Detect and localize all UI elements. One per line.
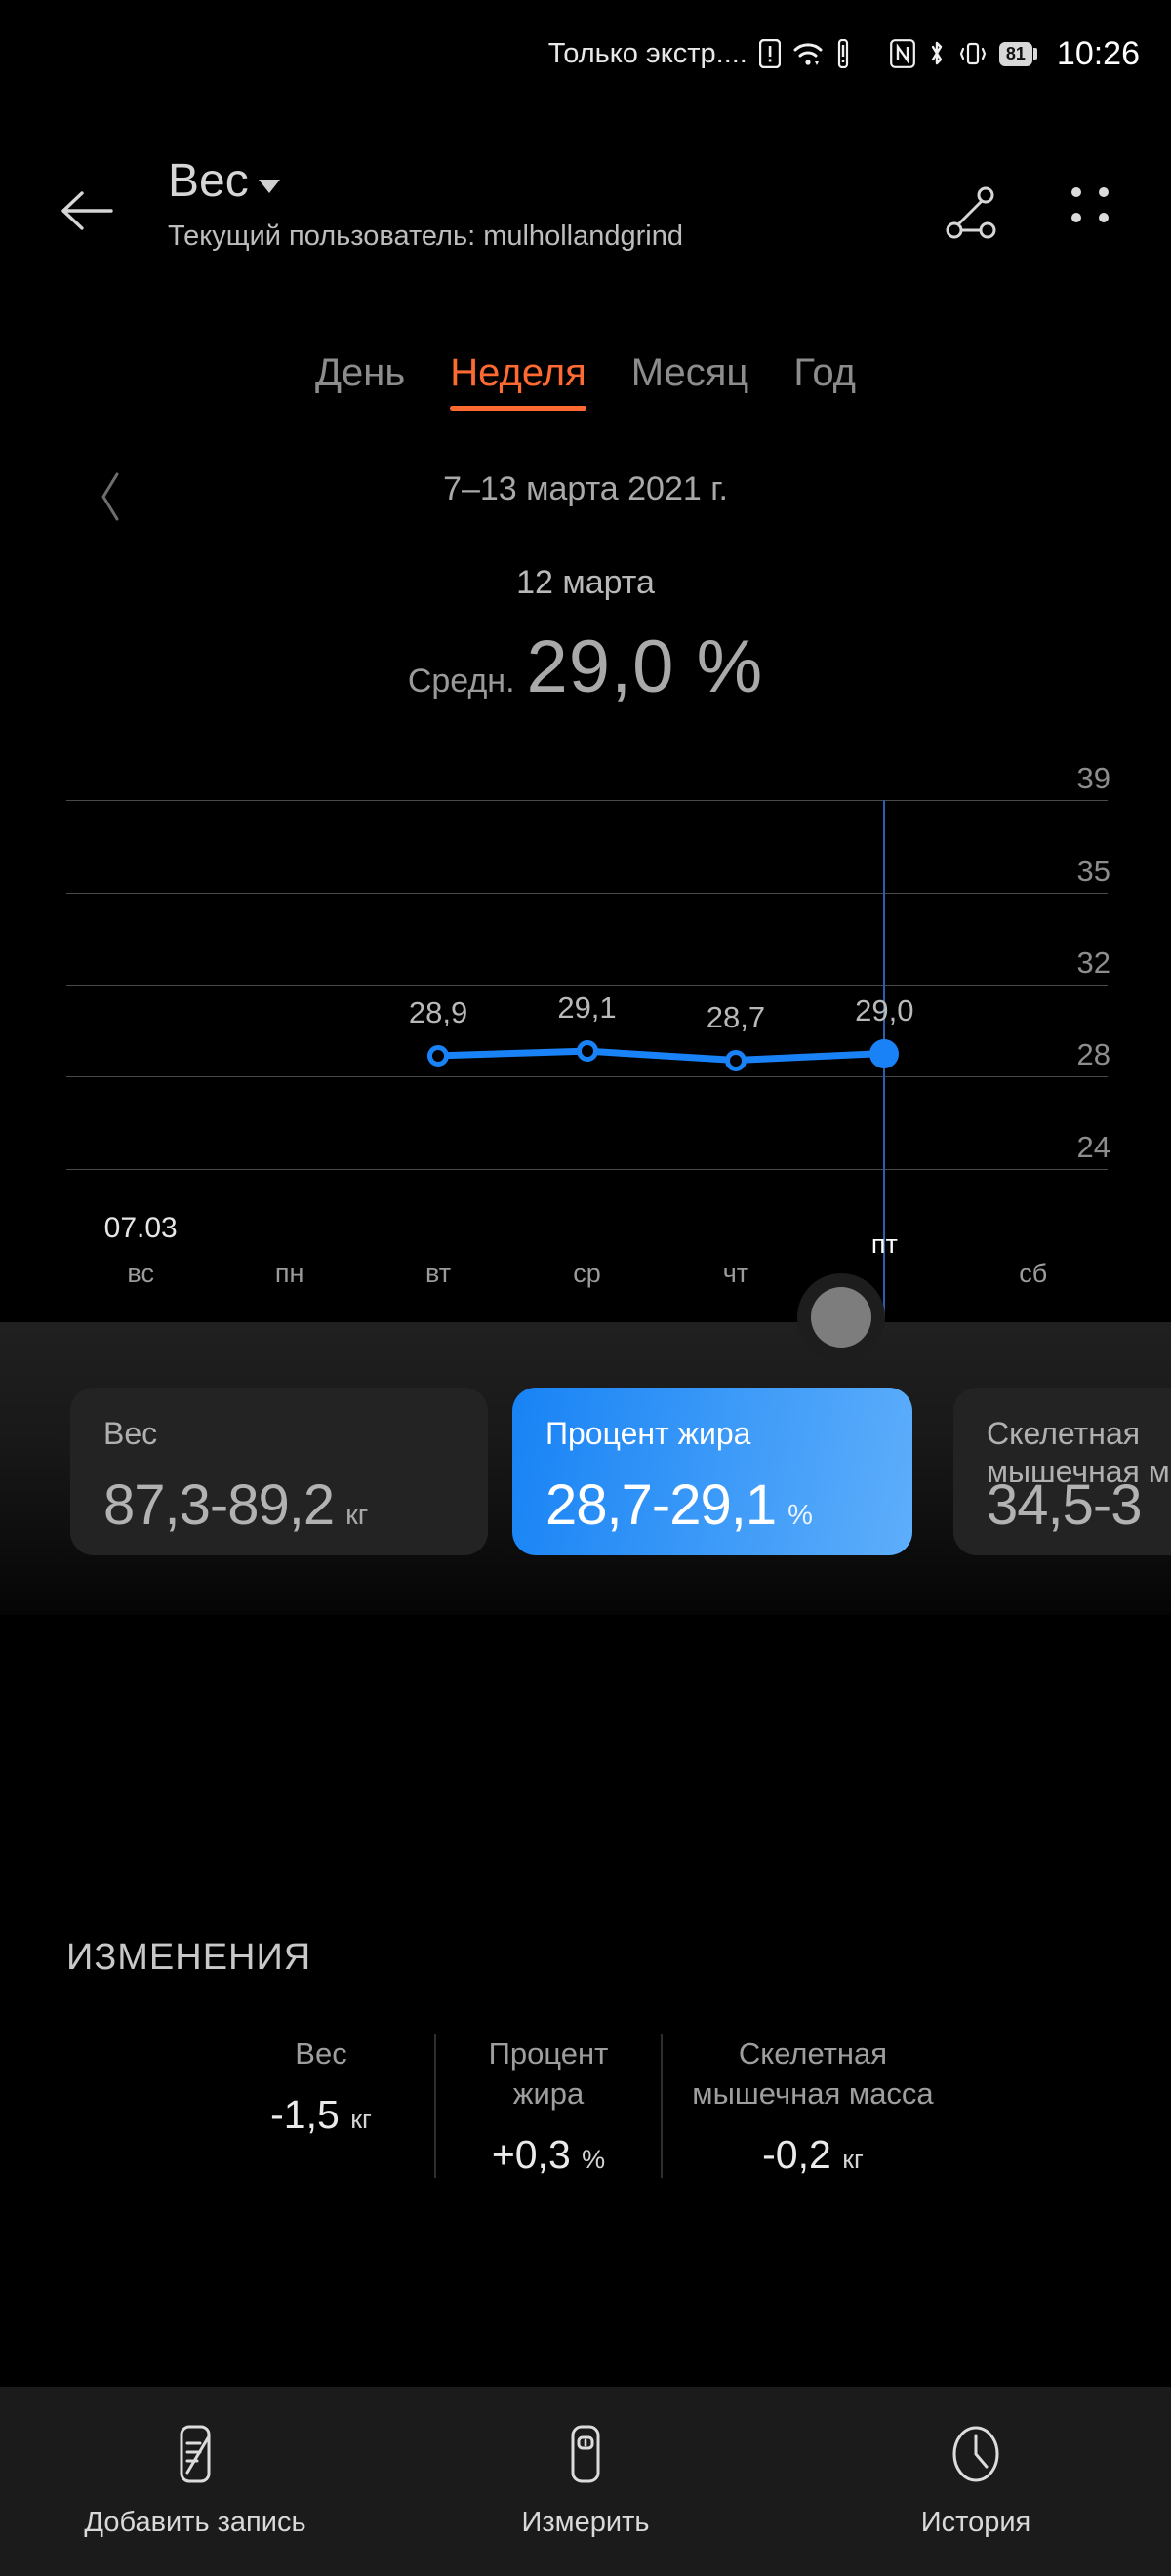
battery-indicator: 81 — [998, 41, 1037, 66]
battery-nub — [1032, 48, 1037, 60]
chart-x-tick-label[interactable]: пт — [871, 1229, 898, 1260]
history-clock-icon — [949, 2424, 1003, 2489]
chart-x-tick-label[interactable]: вс — [127, 1259, 154, 1289]
chart-scrub-handle[interactable] — [811, 1287, 871, 1348]
chart-data-point[interactable] — [576, 1040, 598, 1063]
share-icon[interactable] — [945, 185, 999, 247]
changes-row: Вес -1,5 кг Процент жира +0,3 % Скелетна… — [0, 2034, 1171, 2178]
current-user-label: Текущий пользователь: mulhollandgrind — [168, 221, 683, 252]
signal-alert-icon — [835, 39, 851, 68]
chart-series-path — [434, 1047, 888, 1065]
bottom-action-label: История — [920, 2507, 1031, 2538]
period-tabs: День Неделя Месяц Год — [0, 351, 1171, 411]
status-bar: Только экстр.... 81 10:26 — [0, 0, 1171, 107]
metric-selector[interactable]: Вес — [168, 158, 280, 205]
metric-card-value: 87,3-89,2 кг — [103, 1472, 368, 1538]
wifi-icon — [792, 39, 824, 68]
chart-point-label: 28,7 — [706, 999, 766, 1034]
change-number: -1,5 — [270, 2091, 340, 2137]
bottom-action-measure[interactable]: Измерить — [390, 2424, 781, 2539]
change-unit: кг — [350, 2104, 372, 2134]
chart-x-tick-label[interactable]: сб — [1019, 1259, 1047, 1289]
change-unit: кг — [842, 2144, 864, 2174]
metric-card-value: 34,5-3 — [987, 1472, 1152, 1538]
change-label: Процент жира — [488, 2036, 609, 2111]
scale-icon — [560, 2424, 611, 2489]
battery-percent-label: 81 — [998, 41, 1032, 66]
page-title: Вес — [168, 155, 249, 207]
average-label: Средн. — [407, 663, 515, 700]
chart-data-point[interactable] — [427, 1044, 450, 1067]
tab-month[interactable]: Месяц — [631, 351, 749, 411]
average-value: 29,0 % — [526, 625, 764, 708]
tab-week[interactable]: Неделя — [450, 351, 586, 411]
metric-card-value: 28,7-29,1% — [545, 1472, 813, 1538]
change-unit: % — [582, 2144, 606, 2174]
app-bar: Вес Текущий пользователь: mulhollandgrin… — [0, 146, 1171, 293]
changes-section-title: ИЗМЕНЕНИЯ — [66, 1937, 312, 1978]
chart-x-tick-label[interactable]: чт — [723, 1259, 748, 1289]
more-options-icon[interactable] — [1071, 187, 1110, 222]
bottom-action-label: Добавить запись — [84, 2507, 306, 2538]
add-record-icon — [170, 2424, 221, 2489]
bluetooth-icon — [927, 39, 947, 68]
chart-x-tick-label[interactable]: ср — [573, 1259, 601, 1289]
vibrate-icon — [958, 39, 988, 68]
date-range-row: 7–13 марта 2021 г. — [0, 470, 1171, 529]
metric-card[interactable]: Вес 87,3-89,2 кг — [70, 1388, 488, 1555]
change-label: Скелетная мышечная масса — [692, 2036, 934, 2111]
average-row: Средн. 29,0 % — [0, 624, 1171, 709]
chart-data-point[interactable] — [869, 1038, 900, 1068]
metric-card-unit: кг — [345, 1500, 369, 1531]
chevron-down-icon — [258, 180, 280, 193]
tab-year[interactable]: Год — [793, 351, 856, 411]
change-value: +0,3 % — [450, 2132, 647, 2178]
bottom-action-add-record[interactable]: Добавить запись — [0, 2424, 390, 2539]
chart-point-label: 29,1 — [557, 990, 617, 1026]
change-number: +0,3 — [491, 2131, 571, 2177]
metric-card-number: 87,3-89,2 — [103, 1473, 335, 1537]
nfc-icon — [889, 39, 915, 68]
change-value: -1,5 кг — [222, 2092, 421, 2138]
metric-card-label: Вес — [103, 1416, 158, 1451]
change-label: Вес — [295, 2036, 347, 2071]
change-number: -0,2 — [762, 2131, 831, 2177]
chart-point-label: 28,9 — [408, 994, 468, 1029]
change-value: -0,2 кг — [676, 2132, 949, 2178]
metric-card-list[interactable]: Вес 87,3-89,2 кг Процент жира 28,7-29,1% Скел… — [0, 1388, 1171, 1573]
sim-alert-icon — [758, 39, 781, 68]
carrier-label: Только экстр.... — [547, 37, 747, 69]
metric-card[interactable]: Процент жира 28,7-29,1% — [512, 1388, 912, 1555]
body-fat-line-chart[interactable]: 39 35 32 28 24 28,9 29,1 28,7 29,0 вс пн вт ср чт пт сб… — [0, 742, 1171, 1317]
bottom-action-bar: Добавить запись Измерить История — [0, 2387, 1171, 2576]
chart-point-label: 29,0 — [855, 992, 914, 1027]
bottom-action-label: Измерить — [521, 2507, 650, 2538]
change-item-body-fat: Процент жира +0,3 % — [434, 2034, 661, 2178]
date-range-label: 7–13 марта 2021 г. — [443, 470, 728, 507]
clock-label: 10:26 — [1056, 34, 1140, 72]
metric-card-label: Процент жира — [545, 1416, 751, 1451]
chart-x-tick-label[interactable]: пн — [275, 1259, 304, 1289]
metric-card[interactable]: Скелетная мышечная масса34,5-3 — [953, 1388, 1171, 1555]
chart-data-point[interactable] — [724, 1049, 747, 1071]
back-arrow-icon[interactable] — [61, 187, 117, 239]
change-item-weight: Вес -1,5 кг — [208, 2034, 434, 2138]
metric-card-number: 34,5-3 — [987, 1473, 1142, 1537]
metric-card-number: 28,7-29,1 — [545, 1473, 777, 1537]
selected-day-label: 12 марта — [516, 564, 655, 601]
chart-start-date-label: 07.03 — [103, 1212, 178, 1244]
change-item-skeletal-muscle: Скелетная мышечная масса -0,2 кг — [661, 2034, 963, 2178]
chart-x-tick-label[interactable]: вт — [425, 1259, 451, 1289]
phone-screen: Только экстр.... 81 10:26 Вес Текущий по… — [0, 0, 1171, 2576]
metric-card-unit: % — [787, 1500, 813, 1531]
tab-day[interactable]: День — [315, 351, 405, 411]
bottom-action-history[interactable]: История — [781, 2424, 1171, 2539]
